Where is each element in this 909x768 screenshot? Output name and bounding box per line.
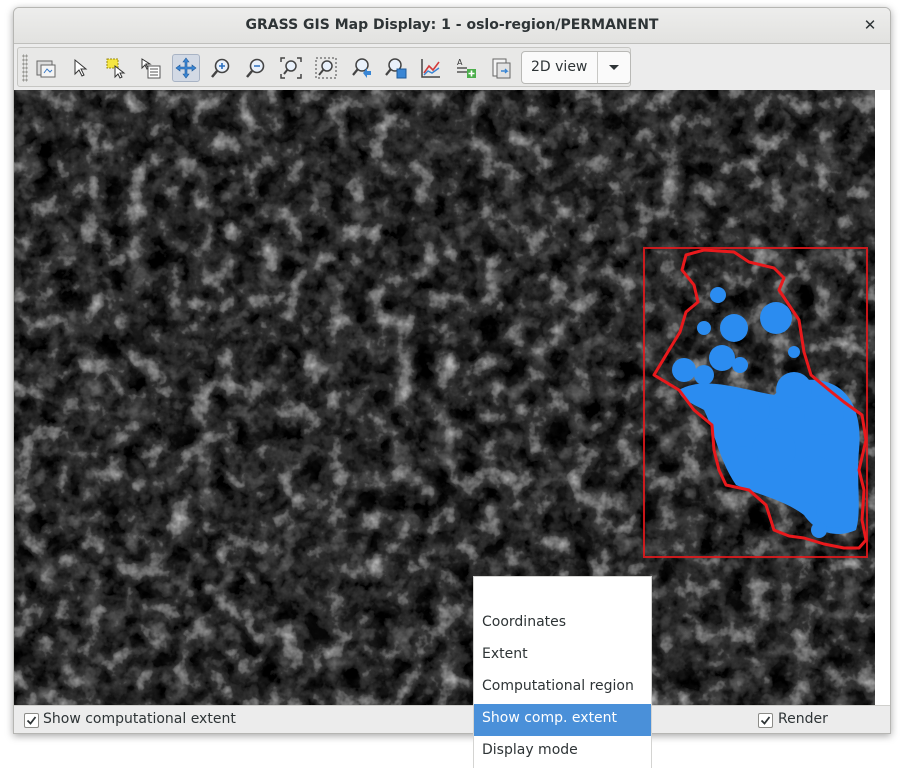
overlay-icon[interactable]: A <box>452 54 480 82</box>
status-bar: Show computational extent Render <box>14 705 890 733</box>
menu-item-extent[interactable]: Extent <box>474 640 651 672</box>
view-mode-value: 2D view <box>531 59 588 75</box>
show-extent-label[interactable]: Show computational extent <box>43 711 236 727</box>
pointer-icon[interactable] <box>67 54 95 82</box>
select-icon[interactable] <box>102 54 130 82</box>
checkmark-icon <box>26 716 37 725</box>
save-icon[interactable] <box>487 54 515 82</box>
zoom-extent-icon[interactable] <box>277 54 305 82</box>
map-image[interactable] <box>14 90 890 705</box>
map-toolbar: A 2D view <box>17 47 631 87</box>
query-icon[interactable] <box>137 54 165 82</box>
menu-item-display-mode[interactable]: Display mode <box>474 736 651 768</box>
render-checkbox[interactable] <box>758 713 773 728</box>
svg-text:A: A <box>457 58 463 67</box>
menu-item-computational-region[interactable]: Computational region <box>474 672 651 704</box>
zoom-menu-icon[interactable] <box>382 54 410 82</box>
zoom-out-icon[interactable] <box>242 54 270 82</box>
close-icon[interactable]: ✕ <box>860 15 880 35</box>
map-display-window: GRASS GIS Map Display: 1 - oslo-region/P… <box>13 7 891 734</box>
zoom-back-icon[interactable] <box>347 54 375 82</box>
pan-icon[interactable] <box>172 54 200 82</box>
window-title: GRASS GIS Map Display: 1 - oslo-region/P… <box>245 17 659 33</box>
view-mode-select[interactable]: 2D view <box>521 51 631 84</box>
statusbar-mode-menu: Coordinates Extent Computational region … <box>473 576 652 768</box>
title-bar[interactable]: GRASS GIS Map Display: 1 - oslo-region/P… <box>14 8 890 44</box>
chevron-down-icon[interactable] <box>597 52 630 83</box>
zoom-region-icon[interactable] <box>312 54 340 82</box>
menu-item-coordinates[interactable]: Coordinates <box>474 608 651 640</box>
checkmark-icon <box>760 716 771 725</box>
toolbar-grip[interactable] <box>22 54 28 82</box>
map-canvas[interactable] <box>14 90 890 705</box>
analyze-icon[interactable] <box>417 54 445 82</box>
zoom-in-icon[interactable] <box>207 54 235 82</box>
menu-item-show-comp-extent[interactable]: Show comp. extent <box>474 704 651 736</box>
render-map-icon[interactable] <box>32 54 60 82</box>
render-label[interactable]: Render <box>778 711 828 727</box>
show-extent-checkbox[interactable] <box>24 713 39 728</box>
